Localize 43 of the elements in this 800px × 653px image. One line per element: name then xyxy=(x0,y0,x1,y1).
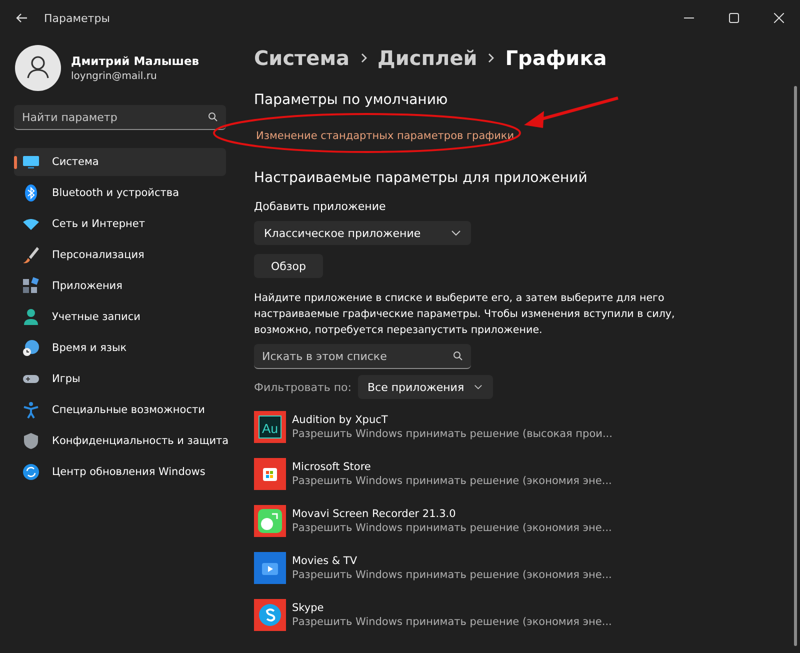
app-list-item[interactable]: Au Audition by XpucT Разрешить Windows принимать решение (высокая прои... xyxy=(254,411,612,443)
app-graphics-setting: Разрешить Windows принимать решение (экономия эне... xyxy=(292,475,612,487)
app-name: Movies & TV xyxy=(292,555,358,567)
app-graphics-setting: Разрешить Windows принимать решение (экономия эне... xyxy=(292,522,612,534)
window-title: Параметры xyxy=(44,12,110,24)
app-list-item[interactable]: Movies & TV Разрешить Windows принимать решение (экономия эне... xyxy=(254,552,612,584)
app-graphics-setting: Разрешить Windows принимать решение (высокая прои... xyxy=(292,428,612,440)
app-name: Movavi Screen Recorder 21.3.0 xyxy=(292,508,457,520)
browse-button[interactable]: Обзор xyxy=(254,254,323,278)
section-heading: Параметры по умолчанию xyxy=(254,92,448,108)
sidebar-item[interactable]: Специальные возможности xyxy=(14,396,226,424)
filter-label: Фильтровать по: xyxy=(254,380,352,394)
section-heading: Настраиваемые параметры для приложений xyxy=(254,170,588,186)
app-name: Microsoft Store xyxy=(292,461,372,473)
app-list-item[interactable]: Movavi Screen Recorder 21.3.0 Разрешить Windows принимать решение (экономия эне... xyxy=(254,505,612,537)
app-icon: Au xyxy=(254,411,286,443)
sidebar-item[interactable]: Учетные записи xyxy=(14,303,226,331)
sidebar-item[interactable]: Приложения xyxy=(14,272,226,300)
sidebar-item[interactable]: Игры xyxy=(14,365,226,393)
user-email: loyngrin@mail.ru xyxy=(71,71,158,82)
app-list-item[interactable]: Microsoft Store Разрешить Windows принимать решение (экономия эне... xyxy=(254,458,612,490)
app-type-dropdown[interactable]: Классическое приложение xyxy=(254,221,471,245)
filter-dropdown[interactable]: Все приложения xyxy=(358,375,492,399)
sidebar-item[interactable]: Конфиденциальность и защита xyxy=(14,427,226,455)
app-list-item[interactable]: Skype Разрешить Windows принимать решение (экономия эне... xyxy=(254,599,612,631)
sidebar-item[interactable]: Система xyxy=(14,148,226,176)
sidebar-item[interactable]: Bluetooth и устройства xyxy=(14,179,226,207)
add-app-label: Добавить приложение xyxy=(254,200,386,213)
sidebar-item[interactable]: Центр обновления Windows xyxy=(14,458,226,486)
app-graphics-setting: Разрешить Windows принимать решение (экономия эне... xyxy=(292,616,612,628)
search-field[interactable]: Найти параметр xyxy=(14,105,226,130)
sidebar-item[interactable]: Сеть и Интернет xyxy=(14,210,226,238)
description-text: Найдите приложение в списке и выберите его, а затем выберите для него настраиваемые графические параметры. Чтобы изменения вступили в силу, возможно, потребуется перезапустить приложение. xyxy=(254,291,676,338)
breadcrumb-item[interactable]: Система xyxy=(254,46,350,70)
breadcrumb-item[interactable]: Дисплей xyxy=(378,46,478,70)
sidebar-item[interactable]: Персонализация xyxy=(14,241,226,269)
app-graphics-setting: Разрешить Windows принимать решение (экономия эне... xyxy=(292,569,612,581)
user-name: Дмитрий Малышев xyxy=(71,54,200,68)
breadcrumb-item: Графика xyxy=(505,46,607,70)
app-name: Audition by XpucT xyxy=(292,414,389,426)
sidebar-item[interactable]: Время и язык xyxy=(14,334,226,362)
app-name: Skype xyxy=(292,602,325,614)
search-field[interactable]: Искать в этом списке xyxy=(254,344,471,369)
